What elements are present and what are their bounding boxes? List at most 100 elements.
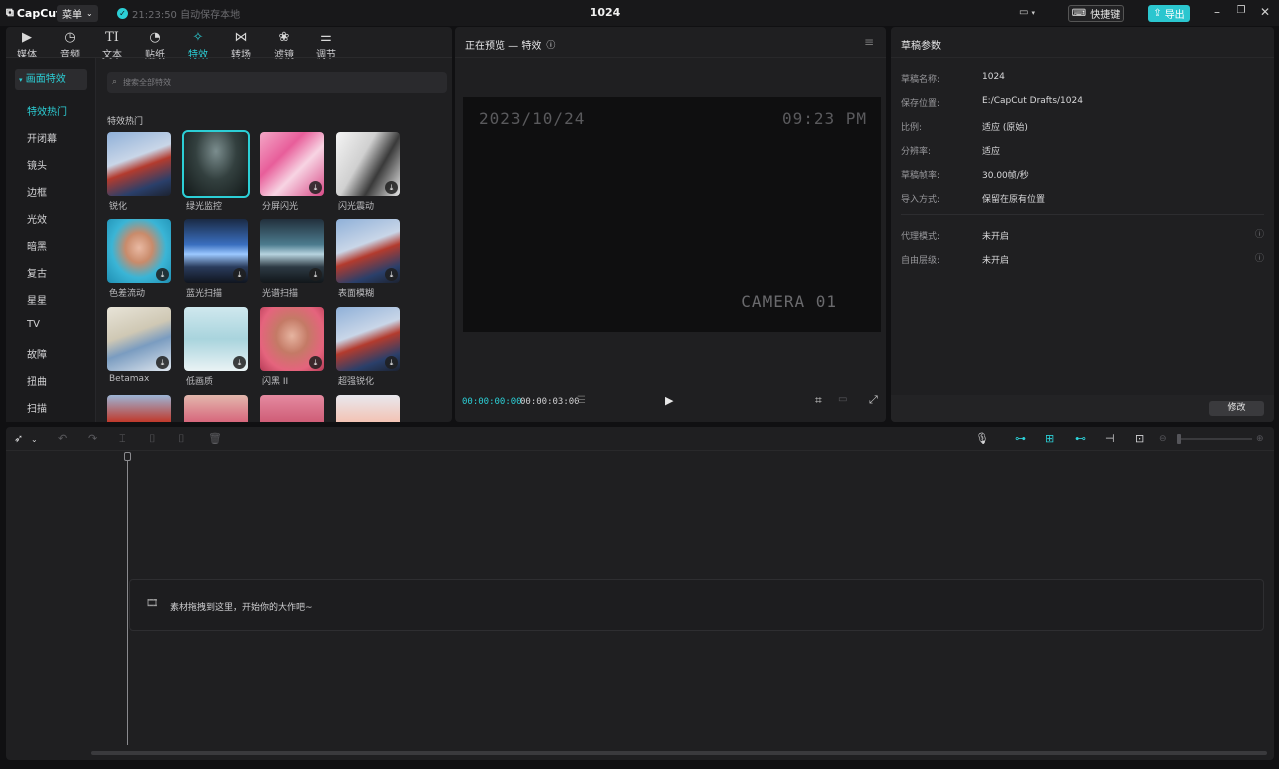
zoom-slider-handle[interactable] bbox=[1177, 434, 1181, 444]
preview-axis-icon[interactable]: ⊣ bbox=[1105, 432, 1115, 445]
caption-icon[interactable]: ⊡ bbox=[1135, 432, 1144, 445]
export-button[interactable]: ⇪ 导出 bbox=[1148, 5, 1190, 22]
layout-button[interactable]: ▭ ▾ bbox=[1019, 7, 1035, 18]
shortcut-button[interactable]: ⌨ 快捷键 bbox=[1068, 5, 1124, 22]
effect-thumb-split-flash[interactable]: ⤓ bbox=[260, 132, 324, 196]
divider bbox=[455, 57, 886, 58]
media-icon: ▶ bbox=[22, 30, 32, 45]
split-icon[interactable]: ⌶ bbox=[119, 432, 126, 446]
sidebar-item-border[interactable]: 边框 bbox=[27, 184, 47, 199]
playhead[interactable] bbox=[127, 455, 128, 745]
sidebar-item-retro[interactable]: 复古 bbox=[27, 265, 47, 280]
effect-label: Betamax bbox=[109, 374, 150, 384]
effect-thumb-spectrum-scan[interactable]: ⤓ bbox=[260, 219, 324, 283]
tab-label: 文本 bbox=[102, 50, 122, 61]
download-icon[interactable]: ⤓ bbox=[156, 356, 169, 369]
framerate-label: 草稿帧率: bbox=[901, 171, 941, 181]
search-placeholder: 搜索全部特效 bbox=[123, 78, 171, 87]
split-right-icon[interactable]: ⌷ bbox=[178, 432, 185, 446]
horizontal-scrollbar[interactable] bbox=[91, 751, 1267, 755]
close-icon[interactable]: ✕ bbox=[1258, 5, 1272, 19]
download-icon[interactable]: ⤓ bbox=[156, 268, 169, 281]
minimize-icon[interactable]: – bbox=[1210, 5, 1224, 19]
download-icon[interactable]: ⤓ bbox=[309, 268, 322, 281]
effect-thumb-super-sharpen[interactable]: ⤓ bbox=[336, 307, 400, 371]
link-icon[interactable]: ⊷ bbox=[1075, 432, 1086, 445]
chevron-down-icon[interactable]: ⌄ bbox=[31, 435, 38, 444]
effect-thumb-partial[interactable] bbox=[184, 395, 248, 422]
effect-thumb-betamax[interactable]: ⤓ bbox=[107, 307, 171, 371]
effect-thumb-surface-blur[interactable]: ⤓ bbox=[336, 219, 400, 283]
info-icon[interactable]: ⓘ bbox=[1255, 251, 1264, 264]
sidebar-item-tv[interactable]: TV bbox=[27, 319, 40, 330]
title-bar: ⧉ CapCut 菜单 ⌄ ✓ 21:23:50 自动保存本地 1024 ▭ ▾… bbox=[0, 0, 1279, 26]
play-icon[interactable]: ▶ bbox=[665, 394, 673, 407]
playhead-handle[interactable] bbox=[124, 452, 131, 461]
zoom-out-icon[interactable]: ⊖ bbox=[1159, 434, 1167, 444]
sidebar-item-stars[interactable]: 星星 bbox=[27, 292, 47, 307]
sidebar-item-open-close[interactable]: 开闭幕 bbox=[27, 130, 57, 145]
effect-thumb-low-quality[interactable]: ⤓ bbox=[184, 307, 248, 371]
proxy-mode-value: 未开启 bbox=[982, 232, 1010, 242]
effect-thumb-partial[interactable] bbox=[260, 395, 324, 422]
download-icon[interactable]: ⤓ bbox=[385, 356, 398, 369]
sidebar-item-distort[interactable]: 扭曲 bbox=[27, 373, 47, 388]
effect-thumb-partial[interactable] bbox=[107, 395, 171, 422]
sidebar-item-lens[interactable]: 镜头 bbox=[27, 157, 47, 172]
current-timecode: 00:00:00:00 bbox=[462, 397, 522, 407]
zoom-slider[interactable] bbox=[1178, 438, 1252, 440]
download-icon[interactable]: ⤓ bbox=[233, 268, 246, 281]
download-icon[interactable]: ⤓ bbox=[385, 181, 398, 194]
info-icon[interactable]: ⓘ bbox=[1255, 227, 1264, 240]
import-mode-value: 保留在原有位置 bbox=[982, 195, 1046, 205]
sidebar-item-scan[interactable]: 扫描 bbox=[27, 400, 47, 415]
split-left-icon[interactable]: ⌷ bbox=[149, 432, 156, 446]
video-preview[interactable]: 2023/10/24 09:23 PM CAMERA 01 bbox=[463, 97, 881, 332]
sidebar-header-screen-effects[interactable]: ▾ 画面特效 bbox=[15, 69, 87, 90]
snapshot-icon[interactable]: ⌗ bbox=[815, 393, 822, 408]
download-icon[interactable]: ⤓ bbox=[309, 181, 322, 194]
sidebar-item-dark[interactable]: 暗黑 bbox=[27, 238, 47, 253]
keyboard-icon: ⌨ bbox=[1071, 8, 1087, 19]
framerate-value: 30.00帧/秒 bbox=[982, 171, 1029, 181]
download-icon[interactable]: ⤓ bbox=[385, 268, 398, 281]
zoom-in-icon[interactable]: ⊕ bbox=[1256, 434, 1264, 444]
timeline-panel: ➶ ⌄ ↶ ↷ ⌶ ⌷ ⌷ 🗑 🎙 ⊶ ⊞ ⊷ ⊣ ⊡ ⊖ ⊕ 🎞 素材拖拽到这… bbox=[6, 427, 1274, 760]
sidebar-item-light[interactable]: 光效 bbox=[27, 211, 47, 226]
sidebar-item-hot[interactable]: 特效热门 bbox=[27, 103, 67, 118]
effect-thumb-partial[interactable] bbox=[336, 395, 400, 422]
caret-down-icon: ▾ bbox=[19, 76, 23, 84]
fullscreen-icon[interactable]: ⤢ bbox=[869, 393, 878, 407]
download-icon[interactable]: ⤓ bbox=[233, 356, 246, 369]
select-cursor-icon[interactable]: ➶ bbox=[14, 432, 23, 445]
sidebar-item-glitch[interactable]: 故障 bbox=[27, 346, 47, 361]
delete-icon[interactable]: 🗑 bbox=[208, 432, 222, 445]
effect-thumb-sharpen[interactable] bbox=[107, 132, 171, 196]
ratio-icon[interactable]: ▭ bbox=[838, 394, 847, 405]
timeline-list-icon[interactable]: ☰ bbox=[577, 395, 586, 406]
effects-search-input[interactable]: ⌕ 搜索全部特效 bbox=[107, 72, 447, 93]
modify-button[interactable]: 修改 bbox=[1209, 401, 1264, 416]
effect-thumb-green-cctv[interactable] bbox=[182, 130, 250, 198]
maximize-icon[interactable]: ❐ bbox=[1234, 5, 1248, 16]
save-path-value: E:/CapCut Drafts/1024 bbox=[982, 96, 1083, 106]
redo-icon[interactable]: ↷ bbox=[88, 432, 97, 445]
sidebar-header-label: 画面特效 bbox=[25, 74, 66, 85]
tab-label: 特效 bbox=[188, 50, 208, 61]
undo-icon[interactable]: ↶ bbox=[58, 432, 67, 445]
effect-thumb-flash-shake[interactable]: ⤓ bbox=[336, 132, 400, 196]
hamburger-menu-icon[interactable]: ≡ bbox=[864, 35, 874, 49]
effect-thumb-blue-scan[interactable]: ⤓ bbox=[184, 219, 248, 283]
timeline-drop-zone[interactable]: 🎞 素材拖拽到这里，开始你的大作吧~ bbox=[129, 579, 1264, 631]
download-icon[interactable]: ⤓ bbox=[309, 356, 322, 369]
free-layer-value: 未开启 bbox=[982, 256, 1010, 266]
main-track-magnet-icon[interactable]: ⊶ bbox=[1015, 432, 1026, 445]
effect-thumb-chromatic-flow[interactable]: ⤓ bbox=[107, 219, 171, 283]
microphone-icon[interactable]: 🎙 bbox=[975, 432, 989, 445]
effect-label: 低画质 bbox=[186, 377, 214, 387]
effect-label: 闪黑 II bbox=[262, 377, 289, 387]
effect-thumb-flash-black-2[interactable]: ⤓ bbox=[260, 307, 324, 371]
auto-snap-icon[interactable]: ⊞ bbox=[1045, 432, 1054, 445]
resolution-value: 适应 bbox=[982, 147, 1001, 157]
info-icon[interactable]: ⓘ bbox=[546, 38, 555, 51]
